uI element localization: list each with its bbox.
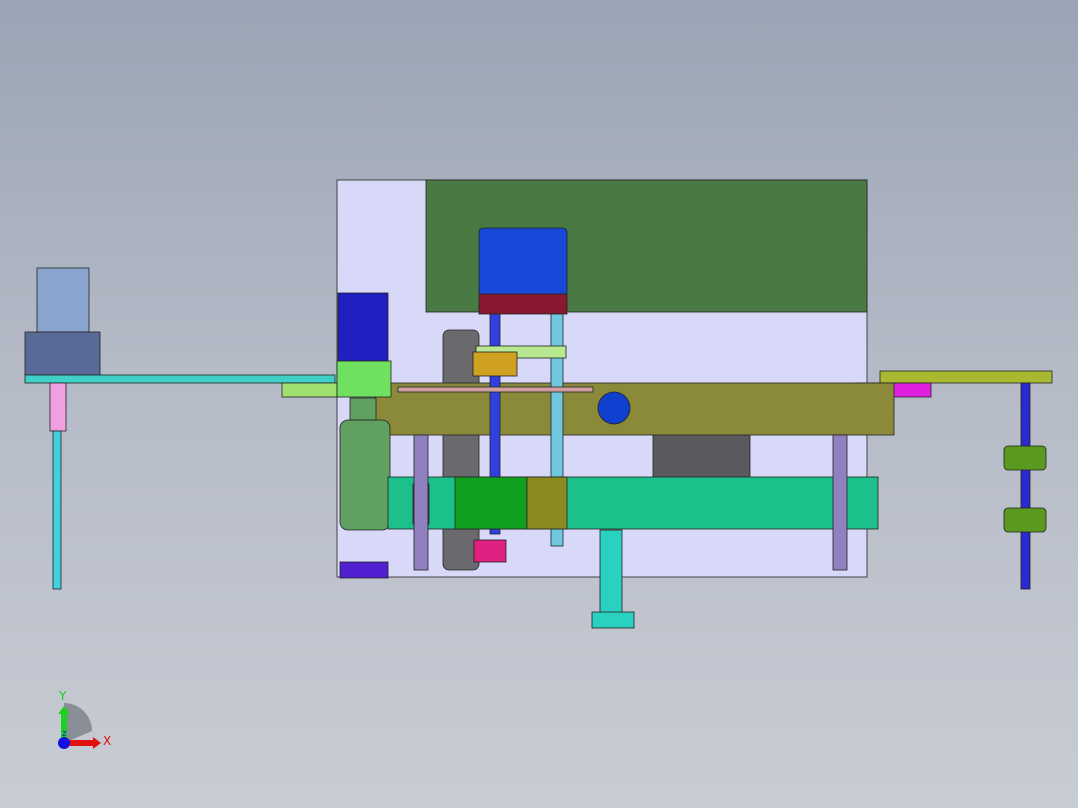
x-axis-label: X bbox=[103, 734, 111, 748]
roller-shaft bbox=[349, 397, 377, 421]
z-axis-dot bbox=[58, 737, 70, 749]
roller-foot bbox=[339, 561, 389, 579]
right-collar-1 bbox=[1003, 445, 1047, 471]
left-small-arm bbox=[281, 382, 338, 398]
pink-gear bbox=[473, 539, 507, 563]
stepper-motor bbox=[478, 227, 568, 297]
left-rod bbox=[52, 430, 62, 590]
x-arrowhead bbox=[93, 737, 101, 749]
left-motor bbox=[337, 292, 389, 362]
blue-knob bbox=[597, 391, 631, 425]
tan-rail bbox=[397, 386, 594, 393]
olive-slider bbox=[526, 476, 568, 530]
cad-viewport[interactable]: Y X Z bbox=[0, 0, 1078, 808]
machine-assembly bbox=[24, 179, 1053, 629]
green-block bbox=[454, 476, 528, 530]
left-pink-shaft bbox=[49, 382, 67, 432]
gray-block-2 bbox=[652, 429, 751, 481]
right-arm bbox=[879, 370, 1053, 384]
right-collar-2 bbox=[1003, 507, 1047, 533]
left-arm bbox=[24, 374, 336, 384]
triad-arc bbox=[64, 703, 92, 743]
guide-left bbox=[413, 434, 429, 571]
right-rod bbox=[1020, 382, 1031, 590]
left-motor-mount bbox=[336, 360, 392, 398]
y-axis-label: Y bbox=[58, 689, 67, 703]
guide-right bbox=[832, 434, 848, 571]
support-foot bbox=[591, 611, 635, 629]
support-post bbox=[599, 529, 623, 616]
left-cylinder bbox=[36, 267, 90, 333]
z-axis-label: Z bbox=[62, 730, 67, 738]
roller bbox=[339, 419, 391, 531]
left-cylinder-base bbox=[24, 331, 101, 376]
motor-flange bbox=[478, 293, 568, 315]
gold-coupling bbox=[472, 351, 518, 377]
coordinate-triad: Y X Z bbox=[58, 689, 111, 749]
